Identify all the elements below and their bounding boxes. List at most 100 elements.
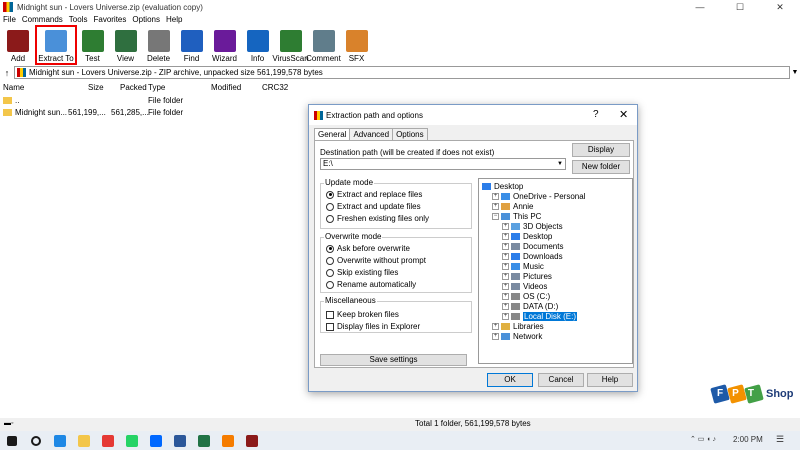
expand-icon[interactable]: + xyxy=(502,282,509,290)
view-button[interactable]: View xyxy=(109,26,142,64)
ok-button[interactable]: OK xyxy=(487,373,533,387)
tree-item-annie[interactable]: + Annie xyxy=(492,201,533,211)
expand-icon[interactable]: + xyxy=(502,262,509,270)
column-modified[interactable]: Modified xyxy=(211,82,241,93)
chevron-down-icon[interactable]: ▼ xyxy=(790,69,800,76)
winrar-taskbar-taskbar-button[interactable] xyxy=(240,431,264,450)
radio-icon xyxy=(326,214,334,223)
tree-item-os-c[interactable]: + OS (C:) xyxy=(502,291,550,301)
tree-item-onedrive-personal[interactable]: + OneDrive - Personal xyxy=(492,191,585,201)
notification-icon[interactable]: ☰ xyxy=(776,434,784,445)
expand-icon[interactable]: + xyxy=(502,222,509,230)
coccoc-browser-taskbar-button[interactable] xyxy=(216,431,240,450)
radio-overwrite-without-prompt[interactable]: Overwrite without prompt xyxy=(326,256,426,265)
tree-item-videos[interactable]: + Videos xyxy=(502,281,547,291)
menu-help[interactable]: Help xyxy=(163,14,185,26)
minimize-button[interactable]: — xyxy=(680,0,720,14)
close-button[interactable]: ✕ xyxy=(760,0,800,14)
expand-icon[interactable]: + xyxy=(492,192,499,200)
radio-ask-before-overwrite[interactable]: Ask before overwrite xyxy=(326,244,410,253)
tree-item-network[interactable]: + Network xyxy=(492,331,542,341)
wizard-button[interactable]: Wizard xyxy=(208,26,241,64)
radio-rename-automatically[interactable]: Rename automatically xyxy=(326,280,416,289)
tree-item-local-disk-e[interactable]: + Local Disk (E:) xyxy=(502,311,578,321)
up-arrow-icon[interactable]: ↑ xyxy=(0,68,14,78)
windows-start-taskbar-button[interactable] xyxy=(0,431,24,450)
new-folder-button[interactable]: New folder xyxy=(572,160,630,174)
table-row[interactable]: Midnight sun... 561,199,... 561,285,... … xyxy=(0,107,300,118)
radio-extract-replace[interactable]: Extract and replace files xyxy=(326,190,422,199)
checkbox-keep-broken-files[interactable]: Keep broken files xyxy=(326,310,399,319)
expand-icon[interactable]: + xyxy=(492,202,499,210)
tree-item-data-d[interactable]: + DATA (D:) xyxy=(502,301,558,311)
tree-item-3d-objects[interactable]: +3D Objects xyxy=(502,221,563,231)
menu-file[interactable]: File xyxy=(0,14,19,26)
tree-item-music[interactable]: + Music xyxy=(502,261,544,271)
expand-icon[interactable]: + xyxy=(492,332,499,340)
maximize-button[interactable]: ☐ xyxy=(720,0,760,14)
find-button[interactable]: Find xyxy=(175,26,208,64)
column-size[interactable]: Size xyxy=(88,82,104,93)
expand-icon[interactable]: + xyxy=(502,232,509,240)
expand-icon[interactable]: + xyxy=(502,312,509,320)
virusscan-button[interactable]: VirusScan xyxy=(272,26,309,64)
collapse-icon[interactable]: − xyxy=(492,212,499,220)
menu-options[interactable]: Options xyxy=(129,14,163,26)
column-name[interactable]: Name xyxy=(3,82,24,93)
checkbox-display-in-explorer[interactable]: Display files in Explorer xyxy=(326,322,420,331)
radio-icon xyxy=(326,202,334,211)
tree-item-downloads[interactable]: + Downloads xyxy=(502,251,563,261)
expand-icon[interactable]: + xyxy=(502,252,509,260)
chrome-browser-taskbar-button[interactable] xyxy=(96,431,120,450)
menu-tools[interactable]: Tools xyxy=(66,14,91,26)
extract-to-button[interactable]: Extract To xyxy=(35,25,77,65)
search-taskbar-button[interactable] xyxy=(24,431,48,450)
help-button[interactable]: Help xyxy=(587,373,633,387)
expand-icon[interactable]: + xyxy=(502,302,509,310)
save-settings-button[interactable]: Save settings xyxy=(320,354,467,366)
menu-commands[interactable]: Commands xyxy=(19,14,66,26)
edge-browser-taskbar-button[interactable] xyxy=(48,431,72,450)
word-taskbar-button[interactable] xyxy=(168,431,192,450)
expand-icon[interactable]: + xyxy=(502,272,509,280)
folder-tree[interactable]: Desktop + OneDrive - Personal + Annie − This P… xyxy=(478,178,633,364)
add-button[interactable]: Add xyxy=(0,26,36,64)
column-crc32[interactable]: CRC32 xyxy=(262,82,288,93)
expand-icon[interactable]: + xyxy=(492,322,499,330)
tree-item-pictures[interactable]: + Pictures xyxy=(502,271,552,281)
sfx-button[interactable]: SFX xyxy=(340,26,373,64)
zalo-taskbar-button[interactable] xyxy=(144,431,168,450)
tree-item-documents[interactable]: + Documents xyxy=(502,241,563,251)
cancel-button[interactable]: Cancel xyxy=(538,373,584,387)
test-button[interactable]: Test xyxy=(76,26,109,64)
help-question-icon[interactable]: ? xyxy=(593,109,599,120)
tree-item-desktop[interactable]: + Desktop xyxy=(502,231,552,241)
display-button[interactable]: Display xyxy=(572,143,630,157)
column-type[interactable]: Type xyxy=(148,82,165,93)
menu-favorites[interactable]: Favorites xyxy=(90,14,129,26)
delete-button[interactable]: Delete xyxy=(142,26,175,64)
comment-button[interactable]: Comment xyxy=(306,26,341,64)
path-field[interactable]: Midnight sun - Lovers Universe.zip - ZIP… xyxy=(14,66,790,79)
chevron-down-icon[interactable]: ▼ xyxy=(557,159,563,169)
radio-skip-existing[interactable]: Skip existing files xyxy=(326,268,398,277)
excel-taskbar-button[interactable] xyxy=(192,431,216,450)
clock[interactable]: 2:00 PM xyxy=(733,435,763,444)
expand-icon[interactable]: + xyxy=(502,242,509,250)
tree-item-libraries[interactable]: + Libraries xyxy=(492,321,544,331)
tree-item-desktop[interactable]: Desktop xyxy=(482,181,523,191)
column-packed[interactable]: Packed xyxy=(120,82,147,93)
file-explorer-taskbar-button[interactable] xyxy=(72,431,96,450)
radio-extract-update[interactable]: Extract and update files xyxy=(326,202,421,211)
file-type: File folder xyxy=(148,96,184,105)
radio-freshen-existing[interactable]: Freshen existing files only xyxy=(326,214,429,223)
expand-icon[interactable]: + xyxy=(502,292,509,300)
dialog-close-icon[interactable]: ✕ xyxy=(619,108,628,121)
tab-advanced[interactable]: Advanced xyxy=(349,128,394,140)
info-button[interactable]: Info xyxy=(241,26,274,64)
tab-options[interactable]: Options xyxy=(392,128,428,140)
whatsapp-taskbar-button[interactable] xyxy=(120,431,144,450)
destination-path-input[interactable]: E:\ ▼ xyxy=(320,158,566,170)
tree-item-this-pc[interactable]: − This PC xyxy=(492,211,541,221)
table-row[interactable]: .. File folder xyxy=(0,95,300,106)
